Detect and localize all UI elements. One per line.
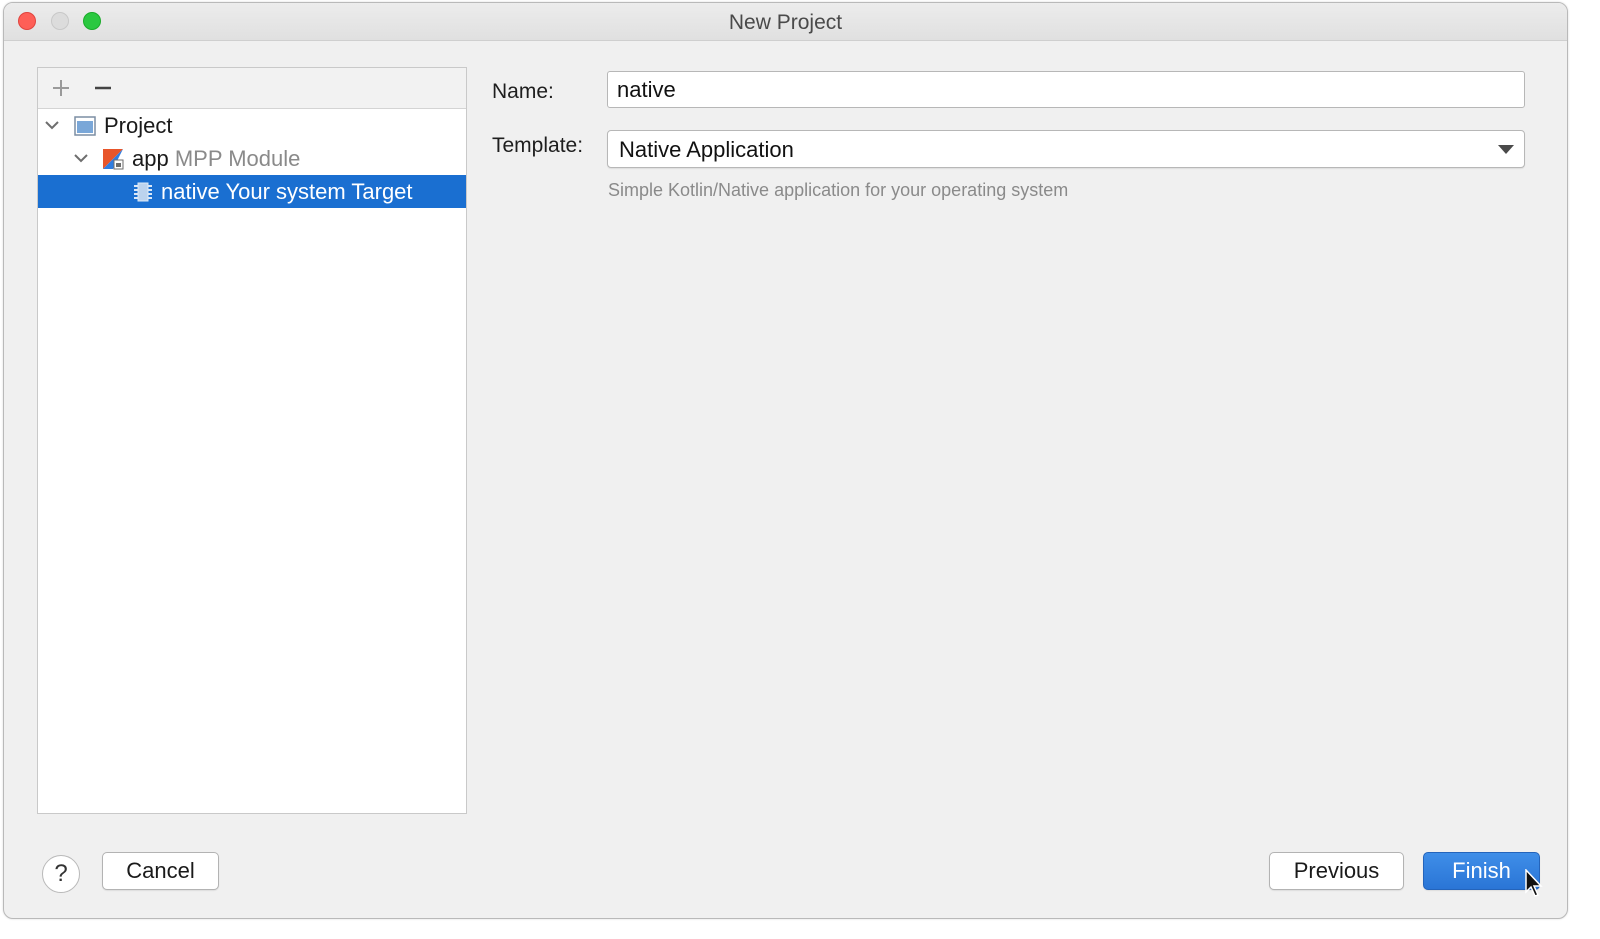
new-project-dialog: New Project Project app MPP Module nativ… [3,2,1568,919]
template-label: Template: [492,134,584,157]
tree-node-native-target[interactable]: native Your system Target [38,175,466,208]
dropdown-arrow-icon [1498,145,1514,154]
previous-button[interactable]: Previous [1269,852,1404,890]
name-label: Name: [492,80,554,103]
plus-icon [53,80,69,96]
tree-toolbar [38,68,466,109]
tree-node-label: native Your system Target [161,179,413,204]
project-structure-tree: Project app MPP Module native Your syste… [37,67,467,814]
title-bar: New Project [4,3,1567,41]
tree-node-label: app MPP Module [132,146,301,171]
remove-button[interactable] [89,74,117,102]
tree-node-project[interactable]: Project [38,109,466,142]
finish-button[interactable]: Finish [1423,852,1540,890]
chip-icon [134,182,152,202]
add-button[interactable] [47,74,75,102]
name-input[interactable] [607,71,1525,108]
template-select[interactable]: Native Application [607,130,1525,168]
help-button[interactable]: ? [42,855,80,893]
project-icon [74,116,96,136]
kotlin-module-icon [103,149,124,170]
template-description: Simple Kotlin/Native application for you… [608,180,1069,200]
tree-node-app-module[interactable]: app MPP Module [38,142,466,175]
cancel-button[interactable]: Cancel [102,852,219,890]
window-title: New Project [728,11,843,34]
minus-icon [95,86,111,90]
template-selected-value: Native Application [619,137,794,162]
chevron-down-icon[interactable] [73,151,89,165]
mouse-cursor-icon [1525,869,1543,897]
tree-node-label: Project [104,113,173,138]
chevron-down-icon[interactable] [44,118,60,132]
